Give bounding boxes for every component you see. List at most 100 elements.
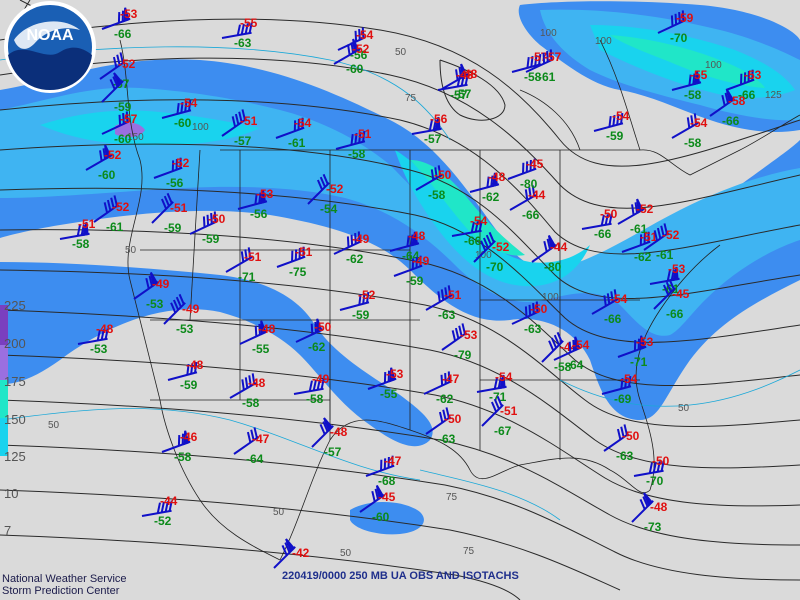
- station-temperature: -51: [240, 114, 258, 128]
- isotach-label: 75: [405, 93, 417, 104]
- isotach-label: 100: [192, 122, 209, 133]
- station-dewpoint: -59: [606, 129, 624, 143]
- station-plot: -58 -66: [709, 89, 745, 128]
- station-plot: -55 -58: [671, 68, 707, 102]
- station-plot: -51 -71: [225, 247, 261, 284]
- station-dewpoint: -59: [164, 221, 182, 235]
- station-temperature: -51: [354, 127, 372, 141]
- agency-center: Storm Prediction Center: [2, 585, 120, 597]
- station-plot: -52 -61: [93, 195, 129, 234]
- station-temperature: -52: [358, 288, 376, 302]
- station-temperature: -44: [160, 494, 178, 508]
- station-temperature: -49: [412, 254, 430, 268]
- station-dewpoint: -62: [308, 340, 326, 354]
- station-plot: -42: [273, 538, 309, 569]
- station-dewpoint: -55: [380, 387, 398, 401]
- station-dewpoint: -58: [348, 147, 366, 161]
- station-temperature: -48: [456, 68, 474, 82]
- station-dewpoint: -58: [306, 392, 324, 406]
- station-dewpoint: -53: [176, 322, 194, 336]
- station-plot: -50 -63: [425, 407, 461, 446]
- station-dewpoint: -80: [520, 177, 538, 191]
- station-temperature: -55: [690, 68, 708, 82]
- station-temperature: -49: [352, 232, 370, 246]
- station-temperature: -47: [384, 454, 402, 468]
- station-temperature: -51: [444, 288, 462, 302]
- station-dewpoint: -60: [372, 510, 390, 524]
- station-plot: -59: [101, 72, 131, 114]
- station-dewpoint: -66: [604, 312, 622, 326]
- station-dewpoint: -57: [424, 132, 442, 146]
- station-dewpoint: -60: [98, 168, 116, 182]
- station-temperature: -54: [610, 292, 628, 306]
- station-plot: -49 -58: [293, 372, 329, 406]
- station-dewpoint: -59: [406, 274, 424, 288]
- station-plot: -48 -59: [167, 358, 203, 392]
- station-plot: -52 -70: [473, 231, 509, 274]
- station-temperature: -54: [572, 338, 590, 352]
- station-temperature: -55: [240, 16, 258, 30]
- agency-name: National Weather Service: [2, 573, 127, 585]
- station-plot: -54 -69: [601, 372, 637, 406]
- station-plot: -53 -79: [441, 323, 477, 362]
- station-temperature: -51: [295, 245, 313, 259]
- noaa-logo-text: NOAA: [26, 27, 74, 44]
- station-temperature: -52: [326, 182, 344, 196]
- station-temperature: -53: [460, 328, 478, 342]
- station-temperature: -50: [444, 412, 462, 426]
- isotach-label: 75: [446, 492, 458, 503]
- station-plot: -49 -53: [133, 272, 169, 311]
- station-temperature: -54: [620, 372, 638, 386]
- station-dewpoint: -56: [166, 176, 184, 190]
- station-dewpoint: -61: [288, 136, 306, 150]
- station-plot: -52-57: [99, 52, 135, 91]
- station-plot: -51 -58: [59, 217, 95, 251]
- station-temperature: -46: [180, 430, 198, 444]
- station-temperature: -45: [672, 287, 690, 301]
- isotach-label: 100: [540, 28, 557, 39]
- station-dewpoint: -61: [538, 70, 556, 84]
- station-temperature: -49: [312, 372, 330, 386]
- station-dewpoint: -73: [644, 520, 662, 534]
- station-dewpoint: -71: [630, 355, 648, 369]
- station-dewpoint: -53: [90, 342, 108, 356]
- station-temperature: -54: [690, 116, 708, 130]
- station-dewpoint: -64: [566, 358, 584, 372]
- station-dewpoint: -52: [154, 514, 172, 528]
- isotach-scale-label: 150: [4, 412, 26, 427]
- station-dewpoint: -64: [246, 452, 264, 466]
- agency-credit: National Weather Service Storm Predictio…: [2, 573, 127, 597]
- isotach-scale-label: 7: [4, 523, 12, 538]
- station-plot: -48 -53: [77, 322, 113, 356]
- station-plot: -48 -73: [631, 492, 667, 534]
- station-plot: -54 -58: [671, 113, 707, 150]
- isotach-label: 50: [678, 403, 690, 414]
- station-temperature: -45: [526, 157, 544, 171]
- station-temperature: -53: [668, 262, 686, 276]
- station-dewpoint: -61: [656, 248, 674, 262]
- station-plot: -51 -63: [425, 285, 461, 322]
- station-plot: -46 -58: [161, 430, 197, 464]
- station-plot: -50 -63: [511, 301, 547, 336]
- station-temperature: -48: [96, 322, 114, 336]
- station-plot: -48 -58: [229, 373, 265, 410]
- station-temperature: -50: [530, 302, 548, 316]
- station-temperature: -48: [258, 322, 276, 336]
- station-dewpoint: -66: [722, 114, 740, 128]
- station-temperature: -51: [244, 250, 262, 264]
- station-dewpoint: -66: [594, 227, 612, 241]
- isotach-label: 50: [395, 47, 407, 58]
- station-plot: -50 -63: [603, 424, 639, 463]
- station-temperature: -52: [492, 240, 510, 254]
- station-plot: -44 -66: [509, 185, 545, 222]
- isotach-label: 50: [125, 245, 137, 256]
- station-plot: -47 -68: [365, 454, 401, 488]
- station-dewpoint: -63: [234, 36, 252, 50]
- station-temperature: -57: [544, 50, 562, 64]
- station-dewpoint: -58: [242, 396, 260, 410]
- station-plot: -48 -55: [239, 320, 275, 356]
- station-plot: -50 -66: [581, 207, 617, 241]
- station-dewpoint: -63: [438, 432, 456, 446]
- station-dewpoint: -59: [180, 378, 198, 392]
- station-plot: -49 -59: [393, 254, 429, 288]
